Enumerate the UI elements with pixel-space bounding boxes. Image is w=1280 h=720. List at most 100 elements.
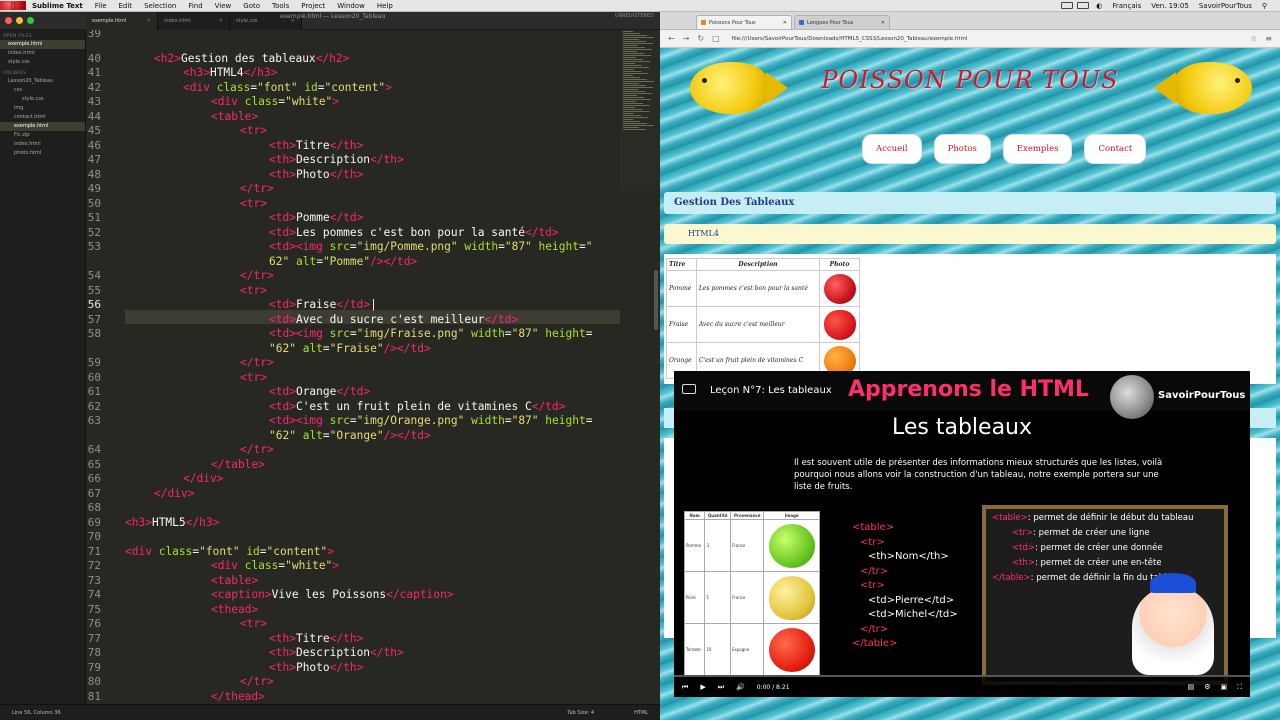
minimap-line — [623, 105, 650, 106]
spotlight-search-icon[interactable]: ⚲ — [1257, 2, 1272, 10]
browser-tab-langues[interactable]: Langues Pour Tous ✕ — [794, 15, 890, 29]
fullscreen-icon[interactable]: ⛶ — [1237, 683, 1242, 692]
code-line-43: <div class="white"> — [211, 95, 340, 108]
browser-tab-poissons[interactable]: Poissons Pour Tous ✕ — [696, 15, 792, 29]
nav-photos[interactable]: Photos — [933, 134, 991, 164]
open-files-header: OPEN FILES — [3, 34, 33, 39]
code-line-76: <tr> — [240, 617, 267, 630]
forward-arrow-icon[interactable]: → — [683, 34, 690, 43]
minimap-line — [623, 93, 652, 94]
folder-item[interactable]: img — [0, 104, 85, 113]
file-item[interactable]: photo.html — [0, 149, 85, 158]
open-file-item[interactable]: exemple.html — [0, 40, 85, 49]
nav-contact[interactable]: Contact — [1084, 134, 1147, 164]
menu-view[interactable]: View — [209, 2, 238, 10]
close-tab-icon[interactable]: ✕ — [219, 18, 223, 24]
back-arrow-icon[interactable]: ← — [668, 34, 675, 43]
file-item[interactable]: exemple.html — [0, 122, 85, 131]
vertical-scrollbar[interactable] — [654, 270, 658, 330]
open-file-item[interactable]: style.css — [0, 58, 85, 67]
line-number: 41 — [87, 66, 101, 79]
close-tab-icon[interactable]: ✕ — [881, 20, 885, 26]
menu-file[interactable]: File — [89, 2, 113, 10]
code-text: Photo — [295, 661, 330, 674]
minimap-line — [623, 63, 635, 64]
volume-icon[interactable]: 🔊 — [736, 683, 745, 691]
file-item[interactable]: Fic.zip — [0, 131, 85, 140]
tab-exemple-html[interactable]: exemple.html ✕ — [86, 11, 158, 30]
video-lesson-title: Leçon N°7: Les tableaux — [710, 385, 832, 396]
reload-icon[interactable]: ↻ — [697, 34, 704, 43]
code-line-40: <h2>Gestion des tableaux</h2> — [154, 52, 350, 65]
clock[interactable]: Ven. 19:05 — [1146, 2, 1194, 10]
apple-menu-icon[interactable]:  — [0, 1, 26, 10]
line-number: 61 — [87, 385, 101, 398]
code-line-44: <table> — [211, 110, 259, 123]
table-header: Provenance — [730, 511, 765, 520]
menu-find[interactable]: Find — [182, 2, 208, 10]
code-text: "img/Orange.png" — [356, 414, 465, 427]
play-icon[interactable]: ▶ — [700, 683, 705, 691]
address-bar[interactable]: file:///Users/SavoirPourTous/Downloads/H… — [728, 33, 1212, 45]
page-info-icon[interactable]: □ — [712, 34, 720, 43]
settings-gear-icon[interactable]: ⚙ — [1204, 683, 1210, 692]
screen-icon[interactable] — [1061, 2, 1074, 9]
user-menu[interactable]: SavoirPourTous — [1194, 2, 1257, 10]
cartoon-character-image — [1132, 573, 1214, 675]
minimize-window-button[interactable] — [16, 17, 23, 24]
menu-selection[interactable]: Selection — [138, 2, 182, 10]
chalkboard-line: <td>: permet de créer une donnée — [1012, 543, 1163, 553]
chalkboard-tag: <td> — [1012, 543, 1035, 553]
file-item[interactable]: contact.html — [0, 113, 85, 122]
code-line-63-wrap: "62" alt="Orange"/></td> — [269, 429, 431, 442]
minimap-line — [623, 53, 644, 54]
menu-edit[interactable]: Edit — [113, 2, 139, 10]
menu-tools[interactable]: Tools — [266, 2, 295, 10]
minimap-line — [623, 73, 648, 74]
app-menu[interactable]: Sublime Text — [26, 2, 89, 10]
folder-item[interactable]: Lesson20_Tableau — [0, 77, 85, 86]
menu-project[interactable]: Project — [295, 2, 331, 10]
language-menu[interactable]: Français — [1107, 2, 1146, 10]
code-sample-line: <td>Pierre</td> — [868, 594, 955, 606]
nav-exemples[interactable]: Exemples — [1002, 134, 1073, 164]
chalkboard-text: : permet de créer une donnée — [1034, 543, 1163, 553]
menu-goto[interactable]: Goto — [237, 2, 266, 10]
open-file-item[interactable]: index.html — [0, 49, 85, 58]
video-player[interactable]: Leçon N°7: Les tableaux Apprenons le HTM… — [674, 371, 1250, 697]
nav-accueil[interactable]: Accueil — [862, 134, 922, 164]
wifi-icon[interactable]: ◐ — [1091, 2, 1107, 10]
table-cell — [763, 623, 820, 676]
menu-icon[interactable]: ≡ — [1265, 34, 1280, 43]
close-tab-icon[interactable]: ✕ — [783, 20, 787, 26]
file-item[interactable]: style.css — [0, 95, 85, 104]
subtitles-icon[interactable]: ▤ — [1188, 683, 1195, 692]
code-line-63: <td><img src="img/Orange.png" width="87"… — [269, 414, 593, 427]
tab-index-html[interactable]: index.html ✕ — [158, 11, 230, 30]
menu-window[interactable]: Window — [331, 2, 371, 10]
menu-help[interactable]: Help — [371, 2, 399, 10]
tab-label: style.css — [236, 17, 258, 24]
minimap-line — [623, 103, 643, 104]
chalkboard-line: <th>: permet de créer une en-tête — [1012, 558, 1162, 568]
close-window-button[interactable] — [5, 17, 12, 24]
tab-size-selector[interactable]: Tab Size: 4 — [567, 710, 594, 716]
battery-icon[interactable] — [1077, 2, 1090, 9]
previous-icon[interactable]: ⏮ — [682, 683, 688, 692]
tab-label: index.html — [164, 17, 191, 24]
miniplayer-icon[interactable]: ▣ — [1220, 683, 1227, 692]
line-number: 56 — [87, 298, 101, 311]
close-tab-icon[interactable]: ✕ — [147, 18, 151, 24]
zoom-window-button[interactable] — [27, 17, 34, 24]
code-line-50: <tr> — [240, 197, 267, 210]
minimap-line — [623, 81, 654, 82]
minimap[interactable] — [620, 30, 660, 190]
code-sample-line: </tr> — [860, 565, 889, 577]
file-item[interactable]: index.html — [0, 140, 85, 149]
bookmark-star-icon[interactable]: ☆ — [1250, 34, 1257, 43]
minimap-line — [623, 31, 633, 32]
code-editor[interactable]: 39 40 41 42 43 44 45 46 47 48 49 50 51 52 53 54 55 56 57 58… — [87, 30, 660, 704]
next-icon[interactable]: ⏭ — [718, 683, 724, 692]
syntax-selector[interactable]: HTML — [634, 710, 648, 716]
folder-item[interactable]: css — [0, 86, 85, 95]
